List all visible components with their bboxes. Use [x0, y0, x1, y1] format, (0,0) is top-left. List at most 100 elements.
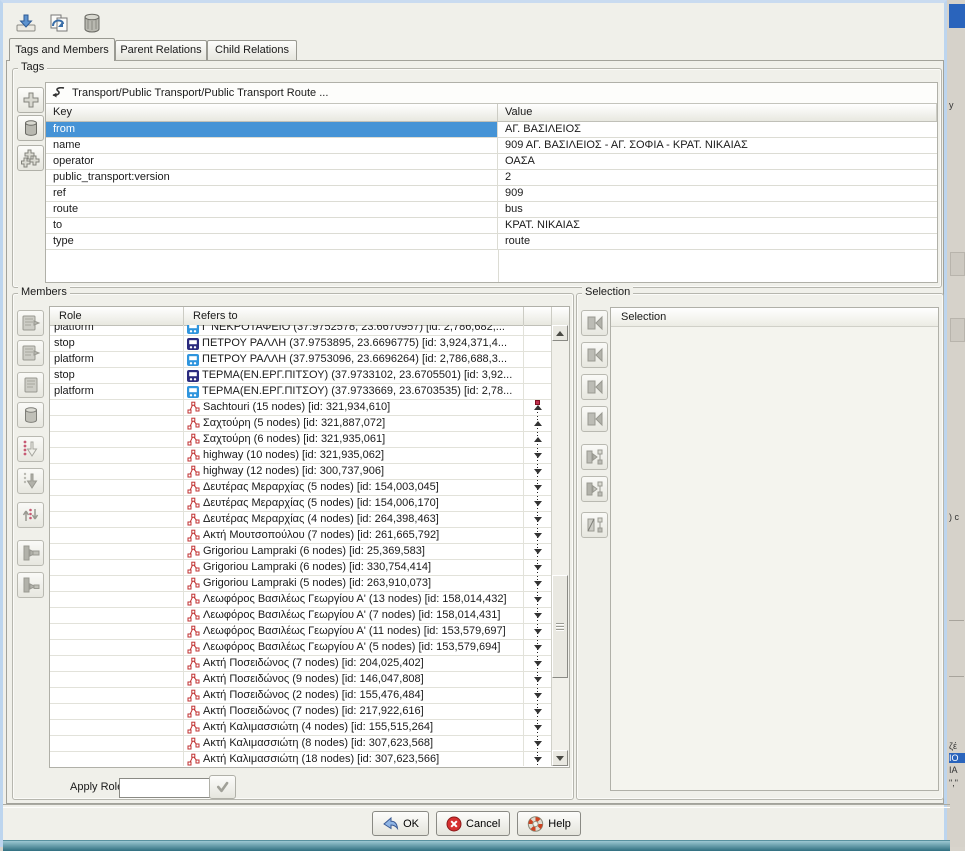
member-row[interactable]: Ακτή Καλιμασσιώτη (4 nodes) [id: 155,515…: [50, 720, 552, 736]
ok-button[interactable]: OK: [372, 811, 429, 836]
member-row[interactable]: Ακτή Καλιμασσιώτη (18 nodes) [id: 307,62…: [50, 752, 552, 766]
update-relation-button[interactable]: [44, 9, 74, 37]
member-refers-cell[interactable]: ΤΕΡΜΑ(ΕΝ.ΕΡΓ.ΠΙΤΣΟΥ) (37.9733669, 23.670…: [184, 384, 524, 400]
help-button[interactable]: Help: [517, 811, 581, 836]
tag-value-cell[interactable]: 2: [498, 170, 937, 186]
tag-value-cell[interactable]: 909: [498, 186, 937, 202]
member-row[interactable]: stopΠΕΤΡΟΥ ΡΑΛΛΗ (37.9753895, 23.6696775…: [50, 336, 552, 352]
preset-link[interactable]: Transport/Public Transport/Public Transp…: [46, 83, 937, 104]
remove-selected-members-button[interactable]: [581, 512, 608, 538]
member-row[interactable]: highway (10 nodes) [id: 321,935,062]: [50, 448, 552, 464]
member-row[interactable]: Ακτή Μουτσοπούλου (7 nodes) [id: 261,665…: [50, 528, 552, 544]
member-refers-cell[interactable]: Ακτή Ποσειδώνος (7 nodes) [id: 204,025,4…: [184, 656, 524, 672]
tag-key-cell[interactable]: name: [46, 138, 498, 154]
member-refers-cell[interactable]: Ακτή Ποσειδώνος (9 nodes) [id: 146,047,8…: [184, 672, 524, 688]
add-selection-at-end-button[interactable]: [581, 406, 608, 432]
apply-role-button[interactable]: [209, 775, 236, 799]
duplicate-members-button[interactable]: [17, 372, 44, 398]
member-row[interactable]: Δευτέρας Μεραρχίας (4 nodes) [id: 264,39…: [50, 512, 552, 528]
member-role-cell[interactable]: [50, 512, 184, 528]
member-refers-cell[interactable]: Grigoriou Lampraki (6 nodes) [id: 330,75…: [184, 560, 524, 576]
delete-tag-button[interactable]: [17, 115, 44, 141]
tab-parent-relations[interactable]: Parent Relations: [115, 40, 207, 60]
member-role-cell[interactable]: [50, 672, 184, 688]
download-incomplete-members-button[interactable]: [17, 572, 44, 598]
cancel-button[interactable]: Cancel: [436, 811, 510, 836]
member-refers-cell[interactable]: Λεωφόρος Βασιλέως Γεωργίου Α' (7 nodes) …: [184, 608, 524, 624]
member-refers-cell[interactable]: Δευτέρας Μεραρχίας (4 nodes) [id: 264,39…: [184, 512, 524, 528]
paste-members-after-button[interactable]: [17, 340, 44, 366]
member-row[interactable]: Grigoriou Lampraki (6 nodes) [id: 25,369…: [50, 544, 552, 560]
tags-column-key[interactable]: Key: [46, 104, 498, 121]
add-tag-button[interactable]: [17, 87, 44, 113]
member-refers-cell[interactable]: Λεωφόρος Βασιλέως Γεωργίου Α' (5 nodes) …: [184, 640, 524, 656]
member-refers-cell[interactable]: highway (10 nodes) [id: 321,935,062]: [184, 448, 524, 464]
member-row[interactable]: Sachtouri (15 nodes) [id: 321,934,610]: [50, 400, 552, 416]
member-refers-cell[interactable]: Grigoriou Lampraki (6 nodes) [id: 25,369…: [184, 544, 524, 560]
member-role-cell[interactable]: [50, 752, 184, 766]
scrollbar-thumb[interactable]: [552, 575, 568, 678]
member-refers-cell[interactable]: Δευτέρας Μεραρχίας (5 nodes) [id: 154,00…: [184, 496, 524, 512]
member-role-cell[interactable]: [50, 448, 184, 464]
members-column-role[interactable]: Role: [50, 307, 184, 325]
add-selection-at-start-button[interactable]: [581, 310, 608, 336]
member-role-cell[interactable]: [50, 496, 184, 512]
member-row[interactable]: Λεωφόρος Βασιλέως Γεωργίου Α' (7 nodes) …: [50, 608, 552, 624]
tag-key-cell[interactable]: route: [46, 202, 498, 218]
member-row[interactable]: Grigoriou Lampraki (5 nodes) [id: 263,91…: [50, 576, 552, 592]
member-row[interactable]: Ακτή Ποσειδώνος (9 nodes) [id: 146,047,8…: [50, 672, 552, 688]
tab-child-relations[interactable]: Child Relations: [207, 40, 297, 60]
member-role-cell[interactable]: [50, 736, 184, 752]
delete-members-button[interactable]: [17, 402, 44, 428]
member-role-cell[interactable]: platform: [50, 352, 184, 368]
add-selected-after-member-button[interactable]: [581, 476, 608, 502]
member-refers-cell[interactable]: Ακτή Καλιμασσιώτη (8 nodes) [id: 307,623…: [184, 736, 524, 752]
member-refers-cell[interactable]: ΤΕΡΜΑ(ΕΝ.ΕΡΓ.ΠΙΤΣΟΥ) (37.9733102, 23.670…: [184, 368, 524, 384]
paste-members-before-button[interactable]: [17, 310, 44, 336]
delete-relation-button[interactable]: [77, 9, 107, 37]
scroll-down-button[interactable]: [552, 750, 568, 766]
tag-key-cell[interactable]: type: [46, 234, 498, 250]
tag-key-cell[interactable]: to: [46, 218, 498, 234]
member-refers-cell[interactable]: Ακτή Ποσειδώνος (7 nodes) [id: 217,922,6…: [184, 704, 524, 720]
member-row[interactable]: Σαχτούρη (6 nodes) [id: 321,935,061]: [50, 432, 552, 448]
member-row[interactable]: Λεωφόρος Βασιλέως Γεωργίου Α' (5 nodes) …: [50, 640, 552, 656]
member-row[interactable]: Λεωφόρος Βασιλέως Γεωργίου Α' (13 nodes)…: [50, 592, 552, 608]
apply-role-input[interactable]: [119, 778, 211, 798]
member-refers-cell[interactable]: Ακτή Ποσειδώνος (2 nodes) [id: 155,476,4…: [184, 688, 524, 704]
member-refers-cell[interactable]: Ακτή Μουτσοπούλου (7 nodes) [id: 261,665…: [184, 528, 524, 544]
member-refers-cell[interactable]: highway (12 nodes) [id: 300,737,906]: [184, 464, 524, 480]
member-refers-cell[interactable]: Γ ΝΕΚΡΟΤΑΦΕΙΟ (37.9752578, 23.6670957) […: [184, 325, 524, 336]
member-refers-cell[interactable]: Ακτή Καλιμασσιώτη (4 nodes) [id: 155,515…: [184, 720, 524, 736]
move-members-up-button[interactable]: [17, 436, 44, 462]
reverse-members-button[interactable]: [17, 502, 44, 528]
tag-value-cell[interactable]: ΟΑΣΑ: [498, 154, 937, 170]
tag-key-cell[interactable]: ref: [46, 186, 498, 202]
member-role-cell[interactable]: [50, 400, 184, 416]
member-role-cell[interactable]: [50, 592, 184, 608]
member-role-cell[interactable]: [50, 480, 184, 496]
member-role-cell[interactable]: [50, 560, 184, 576]
tag-value-cell[interactable]: route: [498, 234, 937, 250]
member-row[interactable]: Δευτέρας Μεραρχίας (5 nodes) [id: 154,00…: [50, 496, 552, 512]
member-row[interactable]: Ακτή Ποσειδώνος (7 nodes) [id: 204,025,4…: [50, 656, 552, 672]
tag-key-cell[interactable]: from: [46, 122, 498, 138]
member-row[interactable]: Λεωφόρος Βασιλέως Γεωργίου Α' (11 nodes)…: [50, 624, 552, 640]
member-row[interactable]: platformΠΕΤΡΟΥ ΡΑΛΛΗ (37.9753096, 23.669…: [50, 352, 552, 368]
member-role-cell[interactable]: stop: [50, 336, 184, 352]
tag-value-cell[interactable]: bus: [498, 202, 937, 218]
tag-value-cell[interactable]: 909 ΑΓ. ΒΑΣΙΛΕΙΟΣ - ΑΓ. ΣΟΦΙΑ - ΚΡΑΤ. ΝΙ…: [498, 138, 937, 154]
member-role-cell[interactable]: [50, 608, 184, 624]
tag-value-cell[interactable]: ΚΡΑΤ. ΝΙΚΑΙΑΣ: [498, 218, 937, 234]
member-row[interactable]: highway (12 nodes) [id: 300,737,906]: [50, 464, 552, 480]
member-role-cell[interactable]: [50, 432, 184, 448]
member-row[interactable]: Grigoriou Lampraki (6 nodes) [id: 330,75…: [50, 560, 552, 576]
member-role-cell[interactable]: platform: [50, 384, 184, 400]
member-role-cell[interactable]: [50, 688, 184, 704]
member-role-cell[interactable]: [50, 528, 184, 544]
member-role-cell[interactable]: [50, 576, 184, 592]
tag-value-cell[interactable]: ΑΓ. ΒΑΣΙΛΕΙΟΣ: [498, 122, 937, 138]
add-selection-after-button[interactable]: [581, 374, 608, 400]
member-role-cell[interactable]: [50, 544, 184, 560]
member-row[interactable]: Ακτή Καλιμασσιώτη (8 nodes) [id: 307,623…: [50, 736, 552, 752]
